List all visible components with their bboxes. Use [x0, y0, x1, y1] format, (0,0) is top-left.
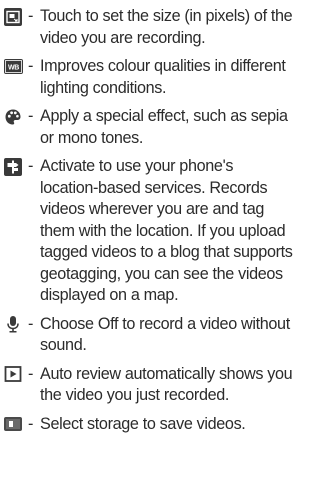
separator-dash: -: [28, 314, 34, 333]
auto-review-icon: [4, 365, 22, 383]
item-text: Choose Off to record a video without sou…: [40, 314, 290, 355]
list-item-location-tag: - Activate to use your phone's location-…: [4, 156, 322, 307]
settings-description-list: - Touch to set the size (in pixels) of t…: [4, 6, 322, 435]
separator-dash: -: [28, 364, 34, 383]
item-text: Touch to set the size (in pixels) of the…: [40, 7, 293, 47]
separator-dash: -: [28, 7, 34, 25]
list-item-video-size: - Touch to set the size (in pixels) of t…: [4, 6, 322, 49]
list-item-microphone: - Choose Off to record a video without s…: [4, 314, 322, 357]
list-item-storage: - Select storage to save videos.: [4, 414, 322, 436]
item-text: Select storage to save videos.: [40, 414, 246, 433]
colour-effect-palette-icon: [4, 108, 22, 126]
list-item-auto-review: - Auto review automatically shows you th…: [4, 364, 322, 407]
list-item-colour-effect: - Apply a special effect, such as sepia …: [4, 106, 322, 149]
item-text: Activate to use your phone's location-ba…: [40, 157, 293, 304]
list-item-white-balance: WB - Improves colour qualities in differ…: [4, 56, 322, 99]
white-balance-icon: WB: [4, 59, 23, 75]
item-text: Auto review automatically shows you the …: [40, 364, 293, 405]
item-text: Improves colour qualities in different l…: [40, 57, 286, 97]
separator-dash: -: [28, 107, 34, 125]
storage-icon: [4, 417, 22, 432]
separator-dash: -: [28, 157, 34, 175]
separator-dash: -: [28, 57, 34, 75]
microphone-icon: [4, 315, 22, 333]
video-size-icon: [4, 7, 22, 26]
location-tag-icon: [4, 157, 22, 176]
item-text: Apply a special effect, such as sepia or…: [40, 107, 288, 147]
svg-text:WB: WB: [8, 65, 19, 72]
separator-dash: -: [28, 414, 34, 433]
